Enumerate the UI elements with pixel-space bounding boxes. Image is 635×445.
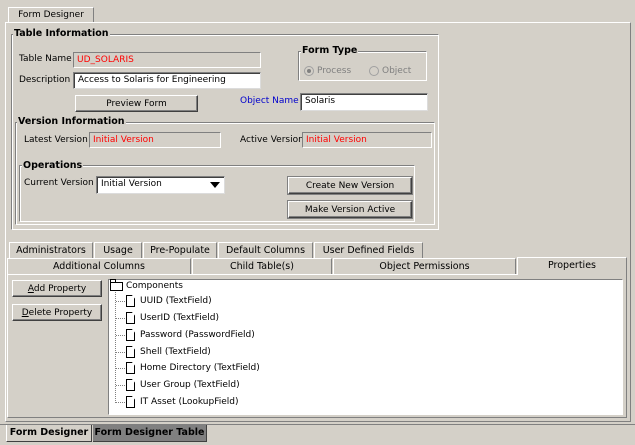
tree-branch-line [116,367,125,369]
tree-item-label: UUID (TextField) [140,296,212,306]
tree-item-home-directory[interactable]: Home Directory (TextField) [116,362,260,374]
tab-administrators[interactable]: Administrators [9,242,93,258]
tab-properties[interactable]: Properties [517,257,627,275]
add-property-label: Add Property [27,283,87,294]
latest-version-field: Initial Version [89,132,221,148]
tree-item-user-group[interactable]: User Group (TextField) [116,379,240,391]
bottom-tab-form-designer-table[interactable]: Form Designer Table [93,425,207,442]
delete-property-label: Delete Property [21,307,93,318]
bottom-tab-form-designer[interactable]: Form Designer [6,425,92,442]
document-icon [126,362,135,374]
document-icon [126,329,135,341]
form-type-process-radio[interactable]: Process [304,65,351,77]
tab-child-tables[interactable]: Child Table(s) [192,258,332,274]
make-version-active-label: Make Version Active [304,204,396,215]
object-name-label: Object Name [240,96,299,106]
tree-item-uuid[interactable]: UUID (TextField) [116,295,212,307]
tree-item-label: IT Asset (LookupField) [140,397,239,407]
tab-usage[interactable]: Usage [94,242,142,258]
operations-title: Operations [22,160,84,171]
tab-additional-columns[interactable]: Additional Columns [7,258,191,274]
tree-item-label: Password (PasswordField) [140,330,255,340]
current-version-label: Current Version [24,178,94,188]
version-information-title: Version Information [17,116,126,127]
form-type-object-label: Object [382,66,412,76]
tree-item-password[interactable]: Password (PasswordField) [116,329,255,341]
current-version-dropdown[interactable]: Initial Version [96,176,225,194]
tab-user-defined-fields[interactable]: User Defined Fields [314,242,423,258]
preview-form-button[interactable]: Preview Form [75,95,198,112]
tab-usage-label: Usage [103,245,133,256]
tree-item-shell[interactable]: Shell (TextField) [116,346,211,358]
form-type-title: Form Type [301,45,359,56]
document-icon [126,295,135,307]
tree-branch-line [116,334,125,336]
preview-form-button-label: Preview Form [106,98,167,109]
tab-user-defined-fields-label: User Defined Fields [322,245,415,256]
tree-branch-line [116,351,125,353]
tree-branch-line [116,401,125,403]
object-name-field[interactable]: Solaris [300,93,428,111]
tab-default-columns[interactable]: Default Columns [218,242,313,258]
tab-additional-columns-label: Additional Columns [52,261,146,272]
tab-administrators-label: Administrators [16,245,86,256]
current-version-value: Initial Version [101,179,162,189]
delete-property-button[interactable]: Delete Property [12,304,102,321]
tree-branch-line [116,384,125,386]
active-version-field: Initial Version [302,132,432,148]
tree-item-label: UserID (TextField) [140,313,219,323]
document-icon [126,312,135,324]
form-type-process-label: Process [317,66,352,76]
tab-pre-populate[interactable]: Pre-Populate [143,242,217,258]
form-type-object-radio[interactable]: Object [369,65,411,77]
document-icon [126,396,135,408]
table-information-title: Table Information [13,28,110,39]
latest-version-label: Latest Version [24,135,88,145]
tree-root-components[interactable]: Components [110,278,183,292]
tab-child-tables-label: Child Table(s) [230,261,294,272]
form-designer-window-tab-label: Form Designer [18,10,84,20]
table-name-label: Table Name [19,54,72,64]
tab-object-permissions-label: Object Permissions [379,261,470,272]
form-designer-window-tab[interactable]: Form Designer [8,7,94,23]
tree-item-label: User Group (TextField) [140,380,240,390]
radio-unselected-icon [369,66,379,76]
description-label: Description [19,75,71,85]
table-name-field: UD_SOLARIS [73,52,261,68]
create-new-version-label: Create New Version [305,180,395,191]
tree-branch-line [116,300,125,302]
tab-pre-populate-label: Pre-Populate [150,245,210,256]
document-icon [126,346,135,358]
tree-item-label: Shell (TextField) [140,347,211,357]
bottom-tab-form-designer-table-label: Form Designer Table [94,427,205,438]
tree-item-userid[interactable]: UserID (TextField) [116,312,219,324]
tab-object-permissions[interactable]: Object Permissions [333,258,516,274]
tab-default-columns-label: Default Columns [225,245,306,256]
tree-root-label: Components [126,281,183,291]
tree-item-label: Home Directory (TextField) [140,363,260,373]
make-version-active-button[interactable]: Make Version Active [288,201,412,218]
bottom-tab-form-designer-label: Form Designer [9,427,89,438]
create-new-version-button[interactable]: Create New Version [288,177,412,194]
radio-selected-icon [304,66,314,76]
description-field[interactable]: Access to Solaris for Engineering [73,72,261,89]
tree-item-it-asset[interactable]: IT Asset (LookupField) [116,396,239,408]
document-icon [126,379,135,391]
dropdown-arrow-icon[interactable] [210,182,220,188]
tree-branch-line [116,317,125,319]
add-property-button[interactable]: Add Property [12,280,102,297]
active-version-label: Active Version [240,135,304,145]
tab-properties-label: Properties [547,260,596,271]
folder-icon [110,278,123,291]
